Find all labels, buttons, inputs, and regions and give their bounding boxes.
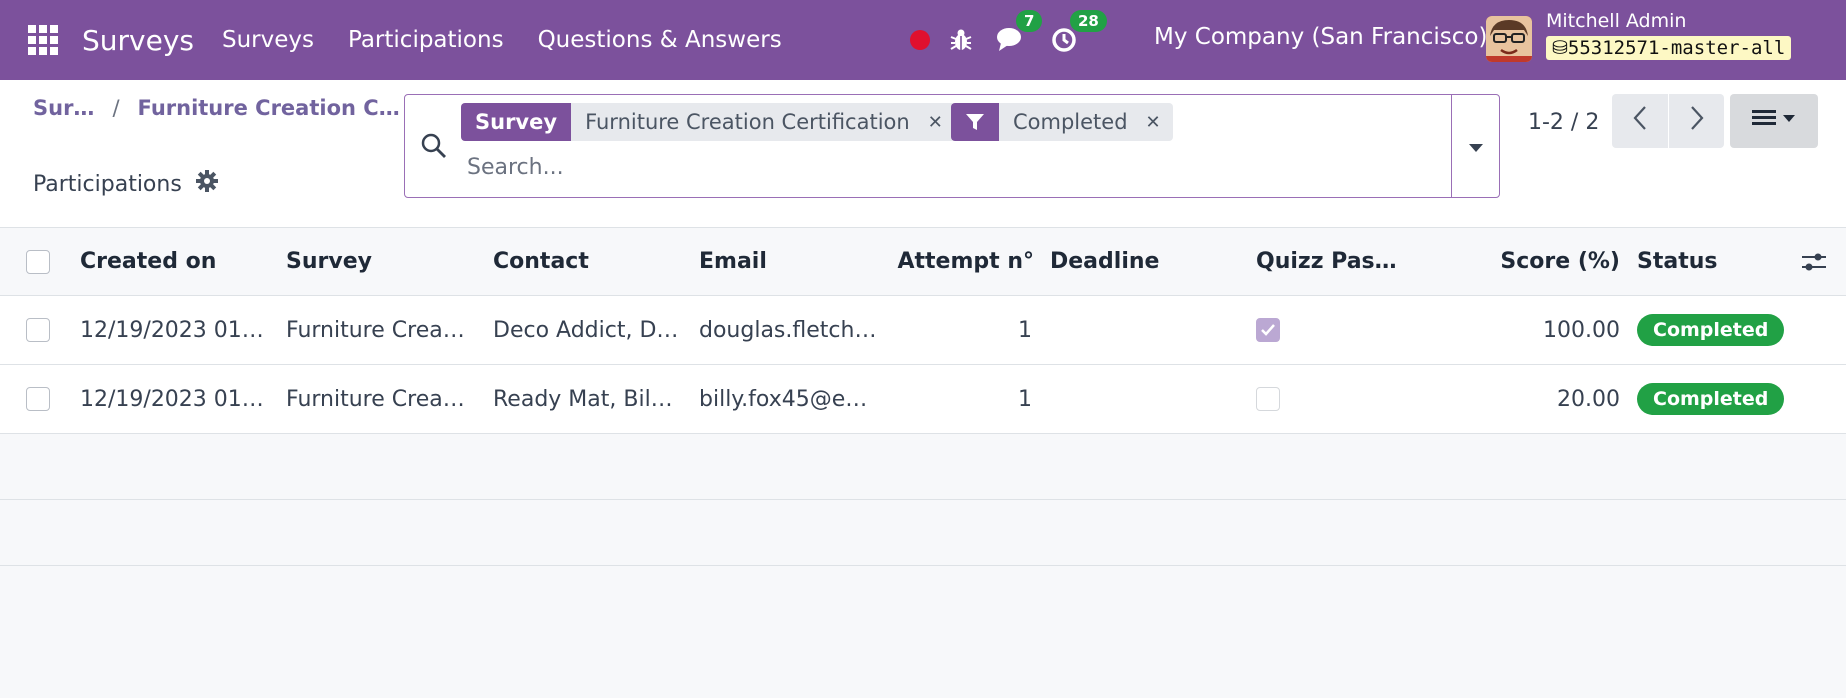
facet-label: Survey	[461, 103, 572, 141]
menu-participations[interactable]: Participations	[348, 27, 504, 53]
status-badge-label: Completed	[1637, 383, 1785, 415]
filter-icon	[951, 103, 999, 141]
company-switcher[interactable]: My Company (San Francisco)	[1154, 24, 1487, 50]
status-badge-label: Completed	[1637, 314, 1785, 346]
facet-filter: Completed ✕	[951, 103, 1173, 141]
user-avatar[interactable]	[1486, 16, 1532, 62]
pager-value[interactable]: 1-2 / 2	[1528, 110, 1599, 135]
cell-score: 20.00	[1557, 386, 1620, 412]
cell-email: billy.fox45@e…	[699, 386, 868, 412]
chevron-right-icon	[1690, 105, 1704, 137]
quizz-passed-checkbox	[1256, 365, 1280, 433]
activity-count-badge: 28	[1070, 10, 1107, 32]
status-badge: Completed	[1637, 365, 1785, 433]
cell-attempt: 1	[1018, 386, 1032, 412]
user-name[interactable]: Mitchell Admin	[1546, 10, 1686, 32]
caret-down-icon	[1468, 134, 1484, 159]
database-name: 55312571-master-all	[1567, 37, 1786, 59]
column-header[interactable]: Quizz Pas…	[1256, 228, 1397, 295]
column-header[interactable]: Survey	[286, 228, 372, 295]
debug-bug-icon[interactable]	[948, 27, 974, 53]
facet-survey: Survey Furniture Creation Certification …	[461, 103, 955, 141]
cell-score: 100.00	[1543, 317, 1620, 343]
control-panel: Sur… / Furniture Creation C… Participati…	[0, 80, 1846, 228]
column-header[interactable]: Status	[1637, 228, 1717, 295]
top-navbar: Surveys Surveys Participations Questions…	[0, 0, 1846, 80]
main-menu: Surveys Participations Questions & Answe…	[222, 27, 816, 53]
row-checkbox[interactable]	[26, 365, 50, 433]
breadcrumb-separator: /	[112, 96, 120, 120]
breadcrumb: Sur… / Furniture Creation C…	[33, 96, 400, 120]
cell-deadline	[1050, 365, 1240, 433]
empty-row	[0, 500, 1846, 566]
menu-surveys[interactable]: Surveys	[222, 27, 314, 53]
database-icon: ⛁	[1552, 37, 1568, 59]
column-header[interactable]: Contact	[493, 228, 589, 295]
systray: 7 28	[910, 0, 1107, 80]
search-options-toggle[interactable]	[1451, 95, 1499, 197]
page-subtitle: Participations	[33, 171, 182, 197]
row-checkbox[interactable]	[26, 296, 50, 364]
list-view-switcher-button[interactable]	[1730, 94, 1818, 148]
empty-row	[0, 434, 1846, 500]
cell-survey: Furniture Crea…	[286, 317, 465, 343]
search-icon	[421, 133, 447, 165]
select-all-checkbox[interactable]	[26, 228, 50, 295]
pager-next-button[interactable]	[1668, 94, 1724, 148]
app-menu-icon[interactable]	[28, 25, 58, 55]
page-title: Participations	[33, 170, 218, 198]
list-icon	[1752, 108, 1796, 134]
status-badge: Completed	[1637, 296, 1785, 364]
column-header[interactable]: Score (%)	[1470, 228, 1620, 295]
database-tag: ⛁55312571-master-all	[1546, 36, 1792, 60]
table-row[interactable]: 12/19/2023 01… Furniture Crea… Ready Mat…	[0, 365, 1846, 434]
cell-contact: Deco Addict, D…	[493, 317, 679, 343]
cell-deadline	[1050, 296, 1240, 364]
cell-contact: Ready Mat, Bil…	[493, 386, 673, 412]
column-header[interactable]: Deadline	[1050, 228, 1159, 295]
gear-icon[interactable]	[195, 170, 218, 198]
facet-value: Furniture Creation Certification	[571, 103, 924, 141]
cell-created-on: 12/19/2023 01…	[80, 386, 264, 412]
recording-dot-icon[interactable]	[910, 30, 930, 50]
column-header[interactable]: Email	[699, 228, 767, 295]
cell-created-on: 12/19/2023 01…	[80, 317, 264, 343]
breadcrumb-root[interactable]: Sur…	[33, 96, 94, 120]
table-header: Created on Survey Contact Email Attempt …	[0, 228, 1846, 296]
cell-survey: Furniture Crea…	[286, 386, 465, 412]
participations-list: Created on Survey Contact Email Attempt …	[0, 228, 1846, 566]
quizz-passed-checkbox	[1256, 296, 1280, 364]
breadcrumb-current[interactable]: Furniture Creation C…	[138, 96, 400, 120]
pager-previous-button[interactable]	[1612, 94, 1668, 148]
activity-clock-icon[interactable]: 28	[1050, 10, 1107, 54]
column-header[interactable]: Attempt n°	[880, 228, 1035, 295]
chevron-left-icon	[1633, 105, 1647, 137]
search-panel: Survey Furniture Creation Certification …	[404, 94, 1500, 198]
cell-email: douglas.fletch…	[699, 317, 877, 343]
chat-count-badge: 7	[1016, 10, 1043, 32]
app-brand[interactable]: Surveys	[82, 24, 194, 57]
chat-icon[interactable]: 7	[996, 10, 1043, 54]
column-header[interactable]: Created on	[80, 228, 216, 295]
cell-attempt: 1	[1018, 317, 1032, 343]
menu-questions-answers[interactable]: Questions & Answers	[538, 27, 782, 53]
close-icon[interactable]: ✕	[1141, 103, 1173, 141]
search-input[interactable]	[467, 155, 1367, 180]
table-row[interactable]: 12/19/2023 01… Furniture Crea… Deco Addi…	[0, 296, 1846, 365]
optional-columns-icon[interactable]	[1800, 228, 1828, 295]
facet-value: Completed	[999, 103, 1142, 141]
